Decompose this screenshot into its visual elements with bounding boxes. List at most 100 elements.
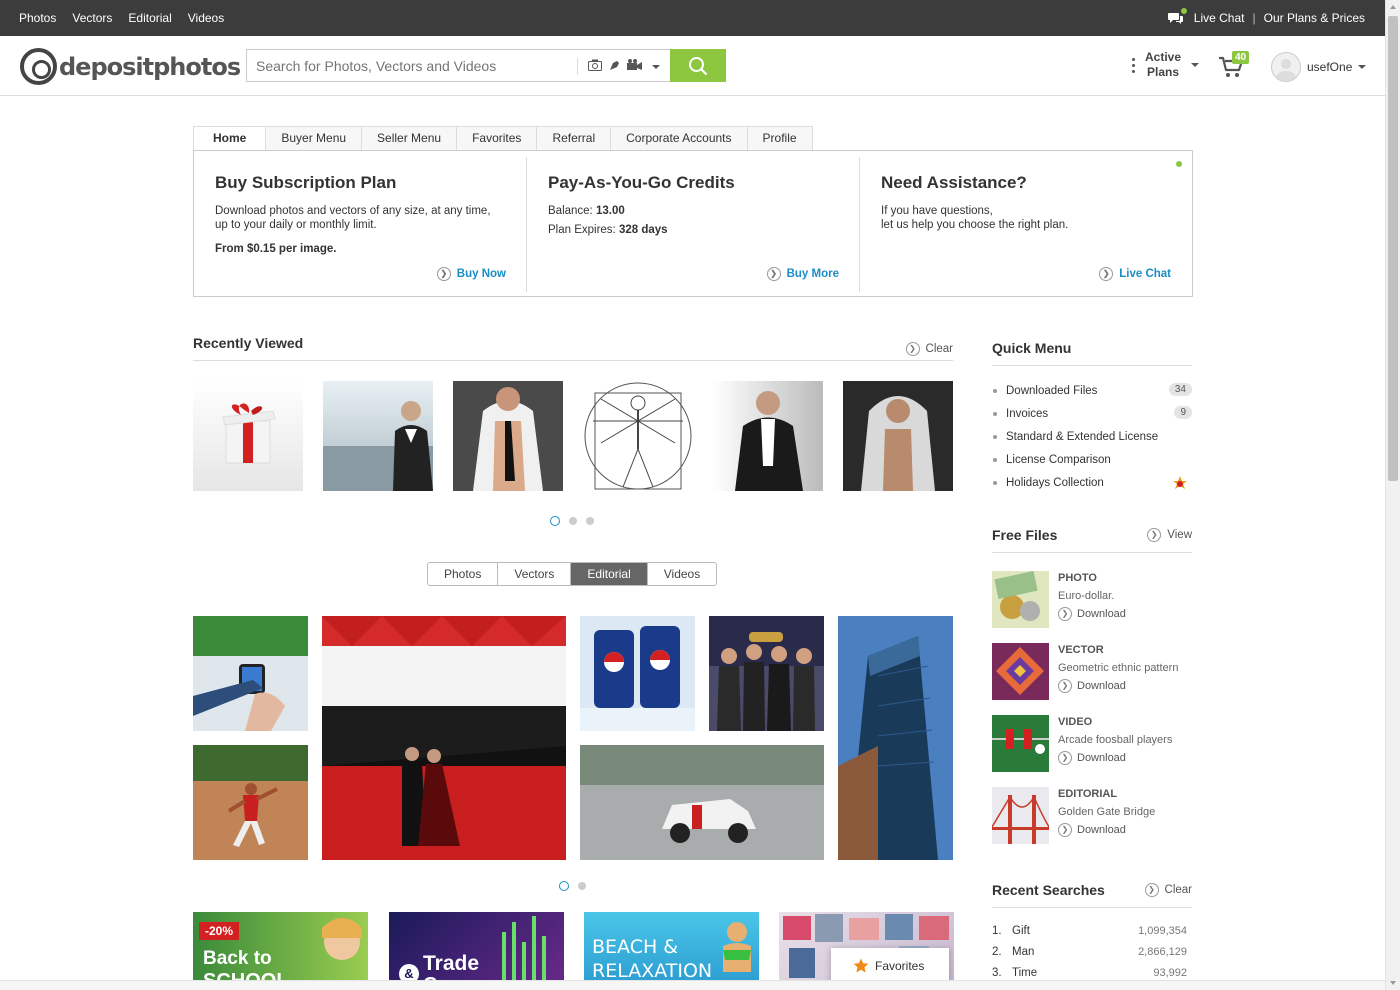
media-type-vectors[interactable]: Vectors (497, 563, 570, 585)
live-chat-link[interactable]: Live Chat (1194, 11, 1245, 25)
photo-camera-icon[interactable] (588, 59, 602, 74)
nav-photos[interactable]: Photos (19, 11, 56, 25)
tab-corporate-accounts[interactable]: Corporate Accounts (611, 126, 748, 151)
recently-viewed-title: Recently Viewed (193, 335, 304, 351)
free-file-desc: Euro-dollar. (1058, 590, 1115, 602)
page-dot[interactable] (559, 881, 569, 891)
tab-referral[interactable]: Referral (537, 126, 612, 151)
recent-search-item[interactable]: 2. Man 2,866,129 (992, 941, 1192, 962)
banner-beach-relaxation[interactable]: BEACH & RELAXATION (584, 912, 759, 990)
thumbnail-businessman[interactable] (323, 381, 433, 491)
quick-menu-title: Quick Menu (992, 340, 1072, 356)
credits-card: Pay-As-You-Go Credits Balance: 13.00 Pla… (527, 151, 860, 291)
search-box (246, 49, 670, 82)
tab-profile[interactable]: Profile (747, 126, 813, 151)
tab-buyer-menu[interactable]: Buyer Menu (266, 126, 363, 151)
buy-now-link[interactable]: ❯ Buy Now (436, 267, 506, 281)
search-rank: 2. (992, 945, 1002, 958)
free-file-thumbnail-euro-dollar[interactable] (992, 571, 1049, 628)
video-camera-icon[interactable] (627, 59, 643, 74)
active-plans-menu[interactable]: Active Plans (1132, 50, 1200, 80)
free-file-thumbnail-foosball[interactable] (992, 715, 1049, 772)
clear-label: Clear (925, 343, 953, 355)
thumbnail-man-shirt[interactable] (453, 381, 563, 491)
cart-button[interactable]: 40 (1218, 51, 1250, 81)
buy-more-label: Buy More (786, 268, 839, 280)
username: usefOne (1307, 60, 1353, 74)
assistance-line-1: If you have questions, (881, 205, 993, 217)
scroll-up-icon[interactable] (1390, 5, 1396, 9)
clear-recently-viewed[interactable]: ❯ Clear (905, 342, 953, 356)
horizontal-scrollbar[interactable] (0, 980, 1385, 990)
assistance-live-chat-link[interactable]: ❯ Live Chat (1099, 267, 1171, 281)
arrow-circle-icon: ❯ (905, 342, 920, 356)
free-file-download-link[interactable]: ❯ Download (1058, 823, 1126, 837)
star-icon (853, 958, 869, 973)
page-dot[interactable] (578, 882, 586, 890)
clear-recent-searches[interactable]: ❯ Clear (1144, 883, 1192, 897)
quick-menu-downloaded-files[interactable]: Downloaded Files 34 (992, 379, 1192, 402)
editorial-image-smartwatch[interactable] (193, 616, 308, 731)
tab-favorites[interactable]: Favorites (457, 126, 538, 151)
thumbnail-gift[interactable] (193, 381, 303, 491)
online-indicator (1180, 8, 1187, 14)
vertical-scrollbar[interactable] (1385, 0, 1400, 990)
scrollbar-thumb[interactable] (1388, 16, 1398, 481)
editorial-image-baseball[interactable] (193, 745, 308, 860)
vector-pen-icon[interactable] (608, 59, 621, 75)
arrow-circle-icon: ❯ (766, 267, 781, 281)
free-file-download-link[interactable]: ❯ Download (1058, 751, 1126, 765)
quick-menu: Quick Menu Downloaded Files 34 Invoices 9 … (992, 338, 1192, 494)
plans-prices-link[interactable]: Our Plans & Prices (1264, 11, 1365, 25)
nav-editorial[interactable]: Editorial (128, 11, 171, 25)
user-menu[interactable]: usefOne (1271, 52, 1367, 82)
separator: | (1252, 11, 1256, 25)
search-input[interactable] (247, 50, 567, 81)
logo[interactable]: depositphotos (20, 48, 241, 85)
thumbnail-man-suit[interactable] (713, 381, 823, 491)
quick-menu-holidays-collection[interactable]: Holidays Collection (992, 471, 1192, 494)
media-type-videos[interactable]: Videos (646, 563, 716, 585)
active-plans-label-2: Plans (1147, 65, 1180, 79)
arrow-circle-icon: ❯ (436, 267, 451, 281)
thumbnail-vitruvian-man[interactable] (583, 381, 693, 491)
media-type-editorial[interactable]: Editorial (570, 563, 647, 585)
editorial-image-pepsi-cans[interactable] (580, 616, 695, 731)
more-dots-icon (1132, 57, 1135, 73)
thumbnail-man-hoodie[interactable] (843, 381, 953, 491)
free-file-thumbnail-golden-gate[interactable] (992, 787, 1049, 844)
free-file-thumbnail-ethnic-pattern[interactable] (992, 643, 1049, 700)
tab-seller-menu[interactable]: Seller Menu (362, 126, 458, 151)
editorial-image-red-carpet[interactable] (322, 616, 566, 860)
page-dot[interactable] (550, 516, 560, 526)
quick-menu-license-comparison[interactable]: License Comparison (992, 448, 1192, 471)
editorial-image-boxing-champions[interactable] (709, 616, 824, 731)
free-file-type: VIDEO (1058, 716, 1093, 728)
banner-back-to-school[interactable]: -20% Back to SCHOOL (193, 912, 368, 990)
editorial-image-race-car[interactable] (580, 745, 824, 860)
banner-trade-commerce[interactable]: Trade & Commerce (389, 912, 564, 990)
page-dot[interactable] (569, 517, 577, 525)
quick-menu-invoices[interactable]: Invoices 9 (992, 402, 1192, 425)
search-button[interactable] (670, 49, 726, 82)
editorial-pagination (559, 881, 586, 891)
page-dot[interactable] (586, 517, 594, 525)
recent-search-item[interactable]: 1. Gift 1,099,354 (992, 920, 1192, 941)
nav-videos[interactable]: Videos (188, 11, 224, 25)
recent-searches-title: Recent Searches (992, 882, 1105, 898)
free-file-download-link[interactable]: ❯ Download (1058, 679, 1126, 693)
media-type-photos[interactable]: Photos (428, 563, 497, 585)
recently-viewed-header: Recently Viewed ❯ Clear (193, 335, 953, 361)
free-file-download-link[interactable]: ❯ Download (1058, 607, 1126, 621)
buy-more-link[interactable]: ❯ Buy More (766, 267, 839, 281)
media-type-switcher: Photos Vectors Editorial Videos (427, 562, 718, 586)
quick-menu-license[interactable]: Standard & Extended License (992, 425, 1192, 448)
chat-icon[interactable] (1167, 8, 1187, 25)
nav-vectors[interactable]: Vectors (72, 11, 112, 25)
tab-home[interactable]: Home (193, 126, 267, 151)
free-files-view-link[interactable]: ❯ View (1147, 528, 1192, 542)
scroll-down-icon[interactable] (1390, 981, 1396, 985)
favorites-popup[interactable]: Favorites (831, 948, 949, 984)
editorial-image-skyscraper[interactable] (838, 616, 953, 860)
search-type-dropdown-icon[interactable] (652, 64, 660, 69)
